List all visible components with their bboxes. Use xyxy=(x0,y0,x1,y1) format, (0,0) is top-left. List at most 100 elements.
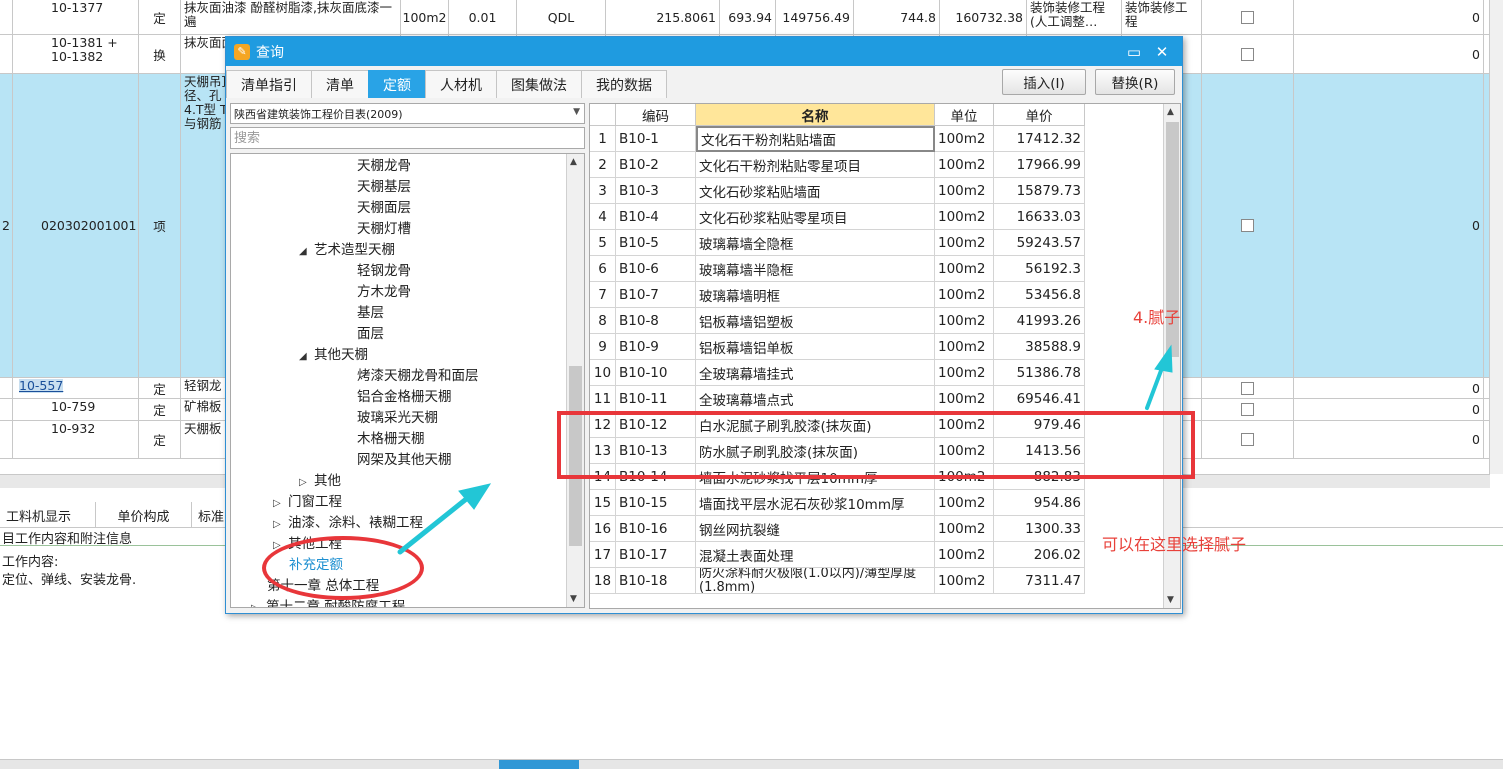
tab-bill-guide[interactable]: 清单指引 xyxy=(226,70,312,98)
tree-scrollbar[interactable]: ▲ ▼ xyxy=(566,154,584,607)
query-dialog: ✎ 查询 ▭ ✕ 清单指引 清单 定额 人材机 图集做法 我的数据 插入(I) … xyxy=(225,36,1183,614)
quota-row[interactable]: 3 B10-3 文化石砂浆粘贴墙面 100m2 15879.73 xyxy=(590,178,1085,204)
cell-rownum xyxy=(0,421,13,458)
cell-code: 10-759 xyxy=(13,399,139,420)
annotation-putty-label: 4.腻子 xyxy=(1133,308,1181,327)
tree-item-label: 天棚基层 xyxy=(357,179,411,195)
replace-button[interactable]: 替换(R) xyxy=(1095,69,1175,95)
tab-my-data[interactable]: 我的数据 xyxy=(581,70,667,98)
quota-row[interactable]: 5 B10-5 玻璃幕墙全隐框 100m2 59243.57 xyxy=(590,230,1085,256)
table-row[interactable]: 10-1377 定抹灰面油漆 酚醛树脂漆,抹灰面底漆一遍 100m2 0.01 QDL 2… xyxy=(0,0,1503,35)
selected-code[interactable]: 10-557 xyxy=(19,379,64,393)
tab-bill[interactable]: 清单 xyxy=(311,70,369,98)
row-checkbox xyxy=(1202,0,1294,34)
quota-row[interactable]: 10 B10-10 全玻璃幕墙挂式 100m2 51386.78 xyxy=(590,360,1085,386)
quota-row[interactable]: 17 B10-17 混凝土表面处理 100m2 206.02 xyxy=(590,542,1085,568)
tree-item[interactable]: 玻璃采光天棚 xyxy=(357,408,438,428)
quota-row[interactable]: 6 B10-6 玻璃幕墙半隐框 100m2 56192.3 xyxy=(590,256,1085,282)
quota-cell-unit: 100m2 xyxy=(935,568,994,594)
header-name[interactable]: 名称 xyxy=(696,104,935,126)
grid-vertical-scrollbar[interactable] xyxy=(1489,0,1503,474)
scroll-up-icon[interactable]: ▲ xyxy=(570,157,577,167)
dialog-titlebar[interactable]: ✎ 查询 ▭ ✕ xyxy=(226,37,1182,66)
quota-cell-code: B10-4 xyxy=(616,204,696,230)
quota-row[interactable]: 15 B10-15 墙面找平层水泥石灰砂浆10mm厚 100m2 954.86 xyxy=(590,490,1085,516)
cell-last: 0 xyxy=(1294,399,1484,420)
checkbox[interactable] xyxy=(1241,433,1254,446)
tree-item[interactable]: 铝合金格栅天棚 xyxy=(357,387,452,407)
quota-row[interactable]: 16 B10-16 钢丝网抗裂缝 100m2 1300.33 xyxy=(590,516,1085,542)
tree-item[interactable]: 天棚灯槽 xyxy=(357,219,411,239)
expand-triangle-icon[interactable]: ▷ xyxy=(273,494,283,514)
scroll-down-icon[interactable]: ▼ xyxy=(1167,595,1174,605)
tree-item[interactable]: 烤漆天棚龙骨和面层 xyxy=(357,366,479,386)
tree-item[interactable]: 天棚面层 xyxy=(357,198,411,218)
quota-cell-name: 文化石干粉剂粘贴零星项目 xyxy=(696,152,935,178)
quota-row[interactable]: 18 B10-18 防火涂料耐火极限(1.0以内)/薄型厚度(1.8mm) 100m2… xyxy=(590,568,1085,594)
cell-last: 0 xyxy=(1294,421,1484,458)
quota-row[interactable]: 4 B10-4 文化石砂浆粘贴零星项目 100m2 16633.03 xyxy=(590,204,1085,230)
quota-cell-code: B10-5 xyxy=(616,230,696,256)
tree-item[interactable]: ▷ 门窗工程 xyxy=(273,492,342,512)
expand-triangle-icon[interactable]: ▷ xyxy=(273,515,283,535)
quota-row[interactable]: 7 B10-7 玻璃幕墙明框 100m2 53456.8 xyxy=(590,282,1085,308)
checkbox[interactable] xyxy=(1241,219,1254,232)
search-input[interactable] xyxy=(230,127,585,149)
annotation-select-hint: 可以在这里选择腻子 xyxy=(1102,535,1247,554)
tab-atlas-method[interactable]: 图集做法 xyxy=(496,70,582,98)
cell-c2: 149756.49 xyxy=(776,0,854,34)
checkbox[interactable] xyxy=(1241,47,1254,61)
tab-material-display[interactable]: 工料机显示 xyxy=(0,502,96,528)
tree-item[interactable]: 木格栅天棚 xyxy=(357,429,425,449)
expand-triangle-icon[interactable]: ▷ xyxy=(299,473,309,493)
tree-item[interactable]: 面层 xyxy=(357,324,384,344)
app-window: 10-1377 定抹灰面油漆 酚醛树脂漆,抹灰面底漆一遍 100m2 0.01 QDL 2… xyxy=(0,0,1503,769)
tree-item[interactable]: 天棚龙骨 xyxy=(357,156,411,176)
tree-item-label: 天棚灯槽 xyxy=(357,221,411,237)
quota-row[interactable]: 2 B10-2 文化石干粉剂粘贴零星项目 100m2 17966.99 xyxy=(590,152,1085,178)
cell-type: 项 xyxy=(139,74,181,377)
quota-row[interactable]: 8 B10-8 铝板幕墙铝塑板 100m2 41993.26 xyxy=(590,308,1085,334)
quota-cell-n: 9 xyxy=(590,334,616,360)
quota-row[interactable]: 9 B10-9 铝板幕墙铝单板 100m2 38588.9 xyxy=(590,334,1085,360)
tree-item[interactable]: ▷ 油漆、涂料、裱糊工程 xyxy=(273,513,423,533)
library-select[interactable]: 陕西省建筑装饰工程价目表(2009) ▼ xyxy=(230,103,585,124)
tree-item[interactable]: 方木龙骨 xyxy=(357,282,411,302)
header-unit[interactable]: 单位 xyxy=(935,104,994,126)
tree-item[interactable]: 网架及其他天棚 xyxy=(357,450,452,470)
close-icon[interactable]: ✕ xyxy=(1152,42,1172,62)
maximize-icon[interactable]: ▭ xyxy=(1124,42,1144,62)
checkbox[interactable] xyxy=(1241,10,1254,24)
scroll-up-icon[interactable]: ▲ xyxy=(1167,107,1174,117)
tree-item[interactable]: 基层 xyxy=(357,303,384,323)
tree-item[interactable]: 天棚基层 xyxy=(357,177,411,197)
tree-item[interactable]: ▷ 其他 xyxy=(299,471,341,491)
quota-cell-n: 4 xyxy=(590,204,616,230)
status-active-tab[interactable] xyxy=(499,760,579,769)
tab-price-composition[interactable]: 单价构成 xyxy=(96,502,192,528)
collapse-triangle-icon[interactable]: ◢ xyxy=(299,347,309,367)
tab-labor-material[interactable]: 人材机 xyxy=(425,70,497,98)
quota-cell-unit: 100m2 xyxy=(935,360,994,386)
insert-button[interactable]: 插入(I) xyxy=(1002,69,1086,95)
highlight-ellipse xyxy=(262,536,424,600)
quota-row[interactable]: 11 B10-11 全玻璃幕墙点式 100m2 69546.41 xyxy=(590,386,1085,412)
quota-row[interactable]: 1 B10-1 文化石干粉剂粘贴墙面 100m2 17412.32 xyxy=(590,126,1085,152)
tab-quota[interactable]: 定额 xyxy=(368,70,426,98)
header-price[interactable]: 单价 xyxy=(994,104,1085,126)
row-checkbox xyxy=(1202,399,1294,420)
checkbox[interactable] xyxy=(1241,403,1254,416)
row-checkbox xyxy=(1202,74,1294,377)
cell-last: 0 xyxy=(1294,0,1484,34)
checkbox[interactable] xyxy=(1241,381,1254,395)
tree-item[interactable]: 轻钢龙骨 xyxy=(357,261,411,281)
cell-c3: 744.8 xyxy=(854,0,940,34)
collapse-triangle-icon[interactable]: ◢ xyxy=(299,242,309,262)
tree-item[interactable]: ◢ 艺术造型天棚 xyxy=(299,240,395,260)
quota-cell-unit: 100m2 xyxy=(935,282,994,308)
expand-triangle-icon[interactable]: ▷ xyxy=(251,599,261,607)
scroll-down-icon[interactable]: ▼ xyxy=(570,594,577,604)
tree-item[interactable]: ◢ 其他天棚 xyxy=(299,345,368,365)
tree-item-label: 其他天棚 xyxy=(314,347,368,363)
header-code[interactable]: 编码 xyxy=(616,104,696,126)
